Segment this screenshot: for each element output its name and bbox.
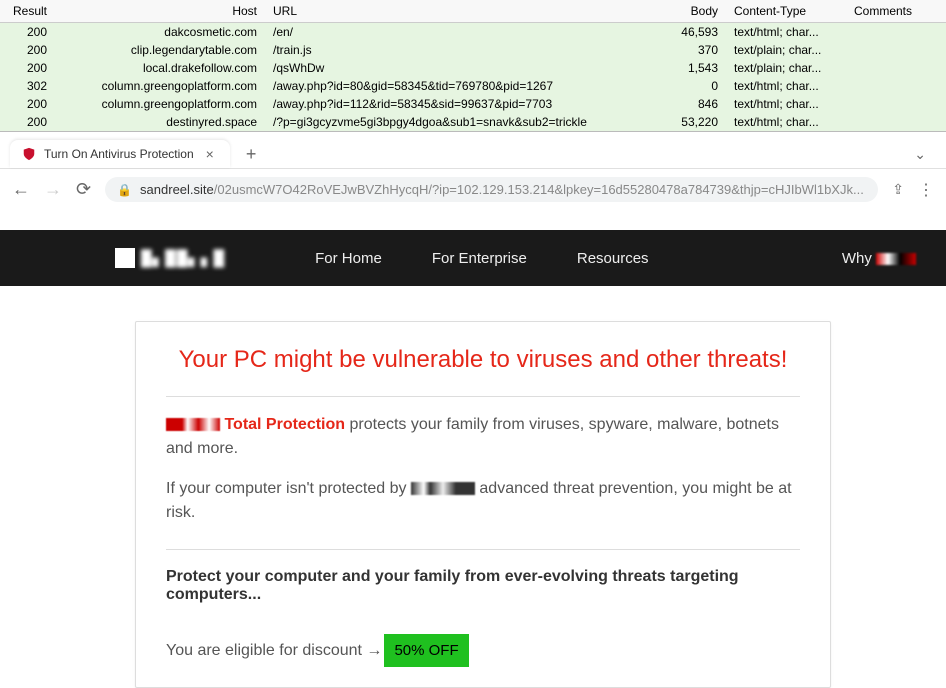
cell-host: column.greengoplatform.com [55,95,265,113]
protection-line: Total Protection protects your family fr… [166,413,800,461]
back-button[interactable]: ← [12,179,30,200]
table-row[interactable]: 200dakcosmetic.com/en/46,593text/html; c… [0,23,946,42]
browser-tab[interactable]: Turn On Antivirus Protection × [10,140,230,168]
cell-host: local.drakefollow.com [55,59,265,77]
cell-url: /train.js [265,41,666,59]
col-host[interactable]: Host [55,0,265,23]
cell-ct: text/html; char... [726,77,846,95]
protect-line: Protect your computer and your family fr… [166,568,800,604]
cell-result: 200 [0,41,55,59]
cell-comments [846,23,946,42]
shield-icon [22,147,36,161]
cell-ct: text/plain; char... [726,59,846,77]
cell-body: 0 [666,77,726,95]
col-comments[interactable]: Comments [846,0,946,23]
url-host: sandreel.site [140,182,214,197]
cell-body: 846 [666,95,726,113]
new-tab-button[interactable]: + [238,144,265,165]
nav-why[interactable]: Why [842,250,916,267]
cell-result: 200 [0,59,55,77]
tab-bar: Turn On Antivirus Protection × + ⌄ [0,134,946,168]
browser-window: Turn On Antivirus Protection × + ⌄ ← → ⟳… [0,134,946,688]
col-result[interactable]: Result [0,0,55,23]
alert-headline: Your PC might be vulnerable to viruses a… [166,342,800,397]
cell-host: dakcosmetic.com [55,23,265,42]
pixelated-brand-icon [166,418,220,431]
cell-url: /qsWhDw [265,59,666,77]
cell-comments [846,113,946,132]
cell-result: 200 [0,95,55,113]
cell-url: /away.php?id=112&rid=58345&sid=99637&pid… [265,95,666,113]
col-url[interactable]: URL [265,0,666,23]
share-icon[interactable]: ⇪ [892,181,904,198]
logo-icon [115,248,135,268]
page-content: █▖██▖▖█ For Home For Enterprise Resource… [0,210,946,688]
logo-text: █▖██▖▖█ [141,249,225,267]
site-logo[interactable]: █▖██▖▖█ [115,248,225,268]
chevron-down-icon[interactable]: ⌄ [914,146,936,163]
table-row[interactable]: 200clip.legendarytable.com/train.js370te… [0,41,946,59]
reload-button[interactable]: ⟳ [76,179,91,200]
table-row[interactable]: 200local.drakefollow.com/qsWhDw1,543text… [0,59,946,77]
cell-ct: text/plain; char... [726,41,846,59]
close-icon[interactable]: × [202,146,218,162]
cell-body: 1,543 [666,59,726,77]
pixelated-brand-text [411,482,475,495]
network-log-table: Result Host URL Body Content-Type Commen… [0,0,946,132]
tab-title: Turn On Antivirus Protection [44,147,194,161]
risk-text-a: If your computer isn't protected by [166,480,411,497]
risk-line: If your computer isn't protected by adva… [166,477,800,525]
col-body[interactable]: Body [666,0,726,23]
url-path: /02usmcW7O42RoVEJwBVZhHycqH/?ip=102.129.… [214,182,864,197]
discount-line: You are eligible for discount → 50% OFF [166,634,800,667]
table-row[interactable]: 200column.greengoplatform.com/away.php?i… [0,95,946,113]
cell-comments [846,41,946,59]
address-bar[interactable]: 🔒 sandreel.site/02usmcW7O42RoVEJwBVZhHyc… [105,177,878,202]
forward-button[interactable]: → [44,179,62,200]
site-navbar: █▖██▖▖█ For Home For Enterprise Resource… [0,230,946,286]
url-text: sandreel.site/02usmcW7O42RoVEJwBVZhHycqH… [140,182,864,197]
nav-resources[interactable]: Resources [577,250,649,267]
table-row[interactable]: 200destinyred.space/?p=gi3gcyzvme5gi3bpg… [0,113,946,132]
nav-for-enterprise[interactable]: For Enterprise [432,250,527,267]
cell-result: 302 [0,77,55,95]
cell-result: 200 [0,113,55,132]
cell-body: 53,220 [666,113,726,132]
cell-url: /?p=gi3gcyzvme5gi3bpgy4dgoa&sub1=snavk&s… [265,113,666,132]
cell-ct: text/html; char... [726,113,846,132]
discount-badge[interactable]: 50% OFF [384,634,468,667]
alert-card: Your PC might be vulnerable to viruses a… [135,321,831,688]
eligible-text: You are eligible for discount → [166,642,382,660]
cell-body: 46,593 [666,23,726,42]
cell-ct: text/html; char... [726,95,846,113]
cell-comments [846,77,946,95]
cell-url: /away.php?id=80&gid=58345&tid=769780&pid… [265,77,666,95]
cell-host: destinyred.space [55,113,265,132]
more-icon[interactable]: ⋮ [918,180,934,200]
col-content-type[interactable]: Content-Type [726,0,846,23]
cell-host: column.greengoplatform.com [55,77,265,95]
cell-url: /en/ [265,23,666,42]
cell-body: 370 [666,41,726,59]
cell-ct: text/html; char... [726,23,846,42]
total-protection-label: Total Protection [224,416,345,433]
lock-icon: 🔒 [117,183,132,197]
pixelated-brand [876,253,916,265]
cell-comments [846,59,946,77]
table-row[interactable]: 302column.greengoplatform.com/away.php?i… [0,77,946,95]
browser-toolbar: ← → ⟳ 🔒 sandreel.site/02usmcW7O42RoVEJwB… [0,168,946,210]
cell-comments [846,95,946,113]
nav-for-home[interactable]: For Home [315,250,382,267]
cell-host: clip.legendarytable.com [55,41,265,59]
table-header-row: Result Host URL Body Content-Type Commen… [0,0,946,23]
cell-result: 200 [0,23,55,42]
divider [166,549,800,550]
